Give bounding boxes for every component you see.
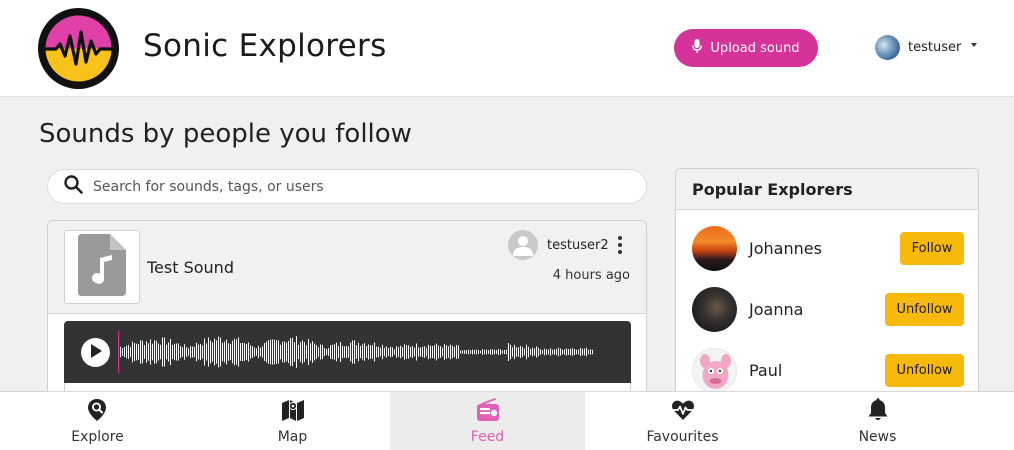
explorer-item: Johannes Follow [692, 226, 964, 271]
music-file-icon [78, 234, 126, 300]
explorer-name[interactable]: Johannes [749, 239, 822, 258]
popular-explorers-panel: Popular Explorers Johannes Follow Joanna… [675, 168, 979, 428]
explorer-item: Joanna Unfollow [692, 287, 964, 332]
nav-feed[interactable]: Feed [390, 392, 585, 450]
upload-sound-button[interactable]: Upload sound [674, 29, 818, 67]
sound-card-header: Test Sound testuser2 4 hours ago [48, 221, 646, 314]
nav-news[interactable]: News [780, 392, 975, 450]
explorer-avatar[interactable] [692, 226, 737, 271]
nav-explore-label: Explore [71, 429, 124, 445]
explorer-name[interactable]: Joanna [749, 300, 803, 319]
sound-thumbnail[interactable] [64, 230, 140, 304]
map-icon [281, 398, 305, 426]
nav-news-label: News [858, 429, 897, 445]
unfollow-button[interactable]: Unfollow [885, 293, 964, 326]
microphone-icon [692, 38, 703, 58]
caret-down-icon [971, 42, 978, 47]
radio-icon [476, 398, 500, 426]
follow-button[interactable]: Follow [900, 232, 964, 265]
user-placeholder-icon [508, 230, 538, 260]
nav-favourites[interactable]: Favourites [585, 392, 780, 450]
nav-map[interactable]: Map [195, 392, 390, 450]
search-bar [47, 169, 647, 204]
nav-favourites-label: Favourites [646, 429, 719, 445]
upload-sound-label: Upload sound [710, 40, 800, 56]
nav-map-label: Map [277, 429, 308, 445]
explorer-avatar[interactable] [692, 287, 737, 332]
search-input[interactable] [93, 178, 613, 195]
author-name: testuser2 [547, 237, 609, 253]
more-options-icon[interactable] [614, 236, 626, 254]
sound-card: Test Sound testuser2 4 hours ago [47, 220, 647, 420]
app-header: Sonic Explorers Upload sound testuser [0, 0, 1014, 97]
nav-feed-label: Feed [470, 429, 505, 445]
map-pin-search-icon [86, 398, 110, 426]
play-icon [90, 343, 102, 362]
search-icon[interactable] [64, 175, 83, 198]
heartbeat-icon [671, 398, 695, 426]
waveform[interactable] [118, 329, 598, 375]
unfollow-button[interactable]: Unfollow [885, 354, 964, 387]
sound-author[interactable]: testuser2 [508, 230, 609, 260]
explorer-avatar[interactable] [692, 348, 737, 393]
nav-explore[interactable]: Explore [0, 392, 195, 450]
bell-icon [866, 398, 890, 426]
username: testuser [908, 40, 962, 55]
sound-timestamp: 4 hours ago [552, 268, 630, 283]
popular-explorers-title: Popular Explorers [676, 169, 978, 210]
app-title: Sonic Explorers [143, 28, 387, 64]
explorer-item: Paul Unfollow [692, 348, 964, 393]
user-menu[interactable]: testuser [875, 35, 978, 60]
page-title: Sounds by people you follow [39, 119, 412, 149]
bottom-navigation: Explore Map Feed Favourites News [0, 391, 1014, 450]
sound-title[interactable]: Test Sound [147, 258, 234, 277]
explorer-name[interactable]: Paul [749, 361, 782, 380]
app-logo[interactable] [38, 8, 119, 89]
play-button[interactable] [81, 338, 110, 367]
audio-player [64, 321, 631, 383]
user-avatar [875, 35, 900, 60]
